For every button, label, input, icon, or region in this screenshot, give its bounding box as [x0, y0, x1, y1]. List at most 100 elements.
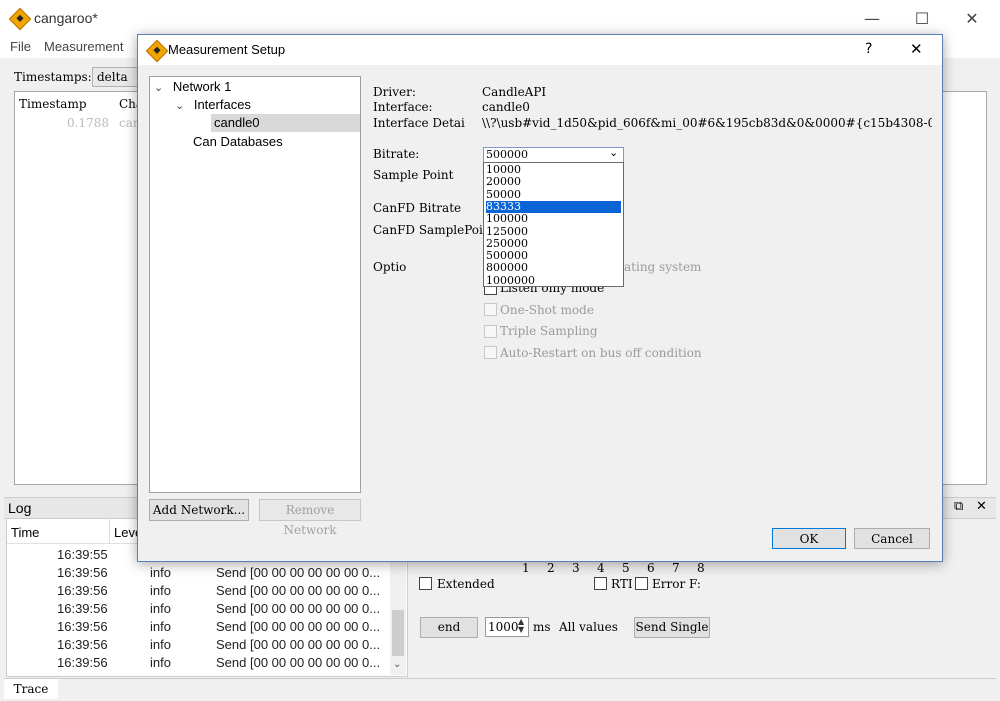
error-frame-checkbox[interactable]: [635, 577, 648, 590]
log-message: Send [00 00 00 00 00 00 0...: [216, 565, 381, 580]
chevron-down-icon[interactable]: ⌄: [609, 146, 618, 159]
log-time: 16:39:56: [57, 601, 108, 616]
all-values-label: All values: [559, 620, 618, 634]
log-time: 16:39:56: [57, 619, 108, 634]
triple-sampling-checkbox[interactable]: [484, 325, 497, 338]
log-row[interactable]: 16:39:56 info Send [00 00 00 00 00 00 0.…: [7, 565, 393, 583]
byte-number: 3: [572, 561, 580, 575]
tree-item-network[interactable]: ⌄ Network 1: [154, 78, 231, 96]
rtr-checkbox[interactable]: [594, 577, 607, 590]
measurement-setup-dialog: Measurement Setup ? ✕ ⌄ Network 1 ⌄ Inte…: [137, 34, 943, 562]
log-level: info: [150, 565, 171, 580]
menu-file[interactable]: File: [10, 39, 31, 54]
log-level: info: [150, 601, 171, 616]
byte-number: 5: [622, 561, 630, 575]
title-bar: cangaroo* — ☐ ✕: [0, 0, 1000, 36]
interface-label: Interface:: [373, 100, 433, 114]
cancel-button[interactable]: Cancel: [854, 528, 930, 549]
chevron-down-icon[interactable]: ⌄: [175, 100, 184, 112]
bitrate-option[interactable]: 1000000: [486, 274, 621, 287]
log-col-time[interactable]: Time: [11, 525, 39, 540]
bitrate-label: Bitrate:: [373, 147, 420, 161]
tab-trace[interactable]: Trace: [4, 679, 58, 699]
window-title: cangaroo*: [34, 10, 98, 26]
tree-item-candle0[interactable]: candle0: [211, 114, 360, 132]
byte-number: 8: [697, 561, 705, 575]
bottom-tab-bar: Trace: [4, 678, 996, 699]
log-row[interactable]: 16:39:56 info Send [00 00 00 00 00 00 0.…: [7, 637, 393, 655]
canfd-samplepoint-label: CanFD SamplePoin: [373, 223, 483, 237]
maximize-button[interactable]: ☐: [902, 8, 942, 30]
log-time: 16:39:56: [57, 583, 108, 598]
options-label: Optio: [373, 260, 407, 274]
menu-measurement[interactable]: Measurement: [44, 39, 123, 54]
tree-label: Interfaces: [193, 97, 251, 112]
log-row[interactable]: 16:39:56 info Send [00 00 00 00 00 00 0.…: [7, 655, 393, 673]
close-dialog-button[interactable]: ✕: [910, 40, 923, 58]
close-dock-icon[interactable]: ✕: [976, 499, 987, 514]
help-button[interactable]: ?: [865, 41, 872, 57]
send-single-button[interactable]: Send Single: [634, 617, 710, 638]
log-level: info: [150, 637, 171, 652]
log-message: Send [00 00 00 00 00 00 0...: [216, 619, 381, 634]
minimize-button[interactable]: —: [852, 8, 892, 30]
log-message: Send [00 00 00 00 00 00 0...: [216, 655, 381, 670]
network-tree[interactable]: ⌄ Network 1 ⌄ Interfaces candle0 Can Dat…: [149, 76, 361, 493]
dialog-title-bar: Measurement Setup ? ✕: [138, 35, 942, 65]
bitrate-dropdown-list[interactable]: 10000 20000 50000 83333 100000 125000 25…: [483, 162, 624, 287]
tree-label: Network 1: [172, 79, 232, 94]
ok-button[interactable]: OK: [772, 528, 846, 549]
bitrate-option[interactable]: 20000: [486, 176, 621, 188]
interface-details-value: \\?\usb#vid_1d50&pid_606f&mi_00#6&195cb8…: [482, 116, 932, 130]
log-level: info: [150, 655, 171, 670]
log-row[interactable]: 16:39:56 info Send [00 00 00 00 00 00 0.…: [7, 601, 393, 619]
bitrate-option[interactable]: 100000: [486, 213, 621, 225]
scrollbar-thumb[interactable]: [392, 610, 404, 656]
log-message: Send [00 00 00 00 00 00 0...: [216, 601, 381, 616]
canfd-bitrate-label: CanFD Bitrate: [373, 201, 462, 215]
bitrate-option[interactable]: 125000: [486, 225, 621, 238]
interface-value: candle0: [482, 100, 530, 114]
extended-checkbox[interactable]: [419, 577, 432, 590]
trace-col-timestamp[interactable]: Timestamp: [19, 97, 87, 111]
bitrate-select[interactable]: 500000 ⌄: [483, 146, 624, 163]
log-time: 16:39:56: [57, 565, 108, 580]
log-row[interactable]: 16:39:56 info Send [00 00 00 00 00 00 0.…: [7, 583, 393, 601]
log-level: info: [150, 619, 171, 634]
byte-number: 1: [522, 561, 530, 575]
close-window-button[interactable]: ✕: [952, 8, 992, 30]
kangaroo-app-icon: [145, 39, 169, 63]
timestamps-select[interactable]: delta: [92, 67, 142, 87]
sample-point-label: Sample Point: [373, 168, 454, 182]
log-time: 16:39:56: [57, 655, 108, 670]
kangaroo-app-icon: [8, 7, 32, 31]
interval-unit: ms: [533, 620, 551, 634]
triple-sampling-label: Triple Sampling: [500, 324, 598, 338]
one-shot-checkbox[interactable]: [484, 303, 497, 316]
log-row[interactable]: 16:39:56 info Send [00 00 00 00 00 00 0.…: [7, 619, 393, 637]
error-frame-label: Error F:: [652, 577, 701, 591]
timestamps-label: Timestamps:: [14, 70, 92, 84]
column-divider: [109, 519, 110, 543]
bitrate-option[interactable]: 800000: [486, 262, 621, 274]
tree-item-can-databases[interactable]: Can Databases: [193, 133, 283, 151]
dialog-title: Measurement Setup: [168, 42, 286, 57]
scroll-down-icon[interactable]: ⌄: [393, 659, 401, 670]
log-time: 16:39:56: [57, 637, 108, 652]
add-network-button[interactable]: Add Network...: [149, 499, 249, 521]
log-message: Send [00 00 00 00 00 00 0...: [216, 583, 381, 598]
byte-number: 2: [547, 561, 555, 575]
tree-item-interfaces[interactable]: ⌄ Interfaces: [175, 96, 251, 114]
auto-restart-label: Auto-Restart on bus off condition: [500, 346, 702, 360]
send-repeat-button[interactable]: end Repea: [420, 617, 478, 638]
log-level: info: [150, 583, 171, 598]
byte-number: 6: [647, 561, 655, 575]
remove-network-button[interactable]: Remove Network: [259, 499, 361, 537]
auto-restart-checkbox[interactable]: [484, 346, 497, 359]
bitrate-selected-value: 500000: [486, 148, 528, 161]
spin-arrows-icon[interactable]: ▲ ▼: [518, 618, 524, 634]
byte-number: 4: [597, 561, 605, 575]
driver-label: Driver:: [373, 85, 416, 99]
chevron-down-icon[interactable]: ⌄: [154, 82, 163, 94]
float-dock-icon[interactable]: ⧉: [954, 499, 963, 514]
